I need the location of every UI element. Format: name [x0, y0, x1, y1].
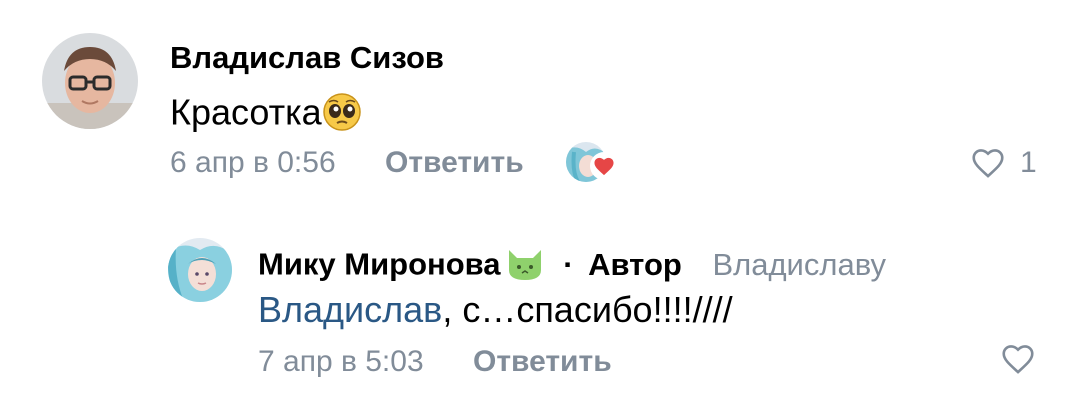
reply-like-button[interactable]: [1000, 343, 1036, 375]
reply-avatar[interactable]: [168, 238, 232, 302]
heart-outline-icon: [1000, 343, 1036, 375]
comment-author[interactable]: Владислав Сизов: [170, 42, 444, 73]
comment-text: Красотка: [170, 91, 322, 133]
reply-header: Мику Миронова · Автор Владиславу: [258, 246, 886, 287]
reply-text: , с…спасибо!!!!////: [442, 289, 733, 330]
green-cat-emoji: [505, 246, 545, 287]
like-button[interactable]: 1: [970, 146, 1037, 180]
avatar[interactable]: [42, 33, 138, 129]
mention-link[interactable]: Владислав: [258, 289, 442, 330]
like-count: 1: [1020, 146, 1037, 179]
author-liked-indicator: [566, 140, 620, 186]
heart-icon: [590, 152, 618, 180]
reply-author[interactable]: Мику Миронова: [258, 247, 501, 282]
reply-text-row: Владислав, с…спасибо!!!!////: [258, 292, 733, 328]
pleading-face-emoji: [322, 92, 362, 138]
reply-reply-button[interactable]: Ответить: [473, 347, 612, 377]
reply-date: 7 апр в 5:03: [258, 345, 424, 378]
comment-date: 6 апр в 0:56: [170, 146, 336, 179]
reply-avatar-photo: [168, 238, 232, 302]
reply-to-name[interactable]: Владиславу: [712, 247, 886, 282]
comment: Владислав Сизов Красотка 6 апр в 0:56 От…: [0, 0, 1080, 210]
user-avatar-photo: [42, 33, 138, 129]
comment-text-row: Красотка: [170, 92, 362, 138]
reply-comment: Мику Миронова · Автор Владиславу Владисл…: [0, 210, 1080, 415]
author-badge: Автор: [588, 246, 682, 282]
reply-button[interactable]: Ответить: [385, 148, 524, 178]
heart-outline-icon: [970, 147, 1006, 179]
separator-dot: ·: [563, 246, 574, 282]
